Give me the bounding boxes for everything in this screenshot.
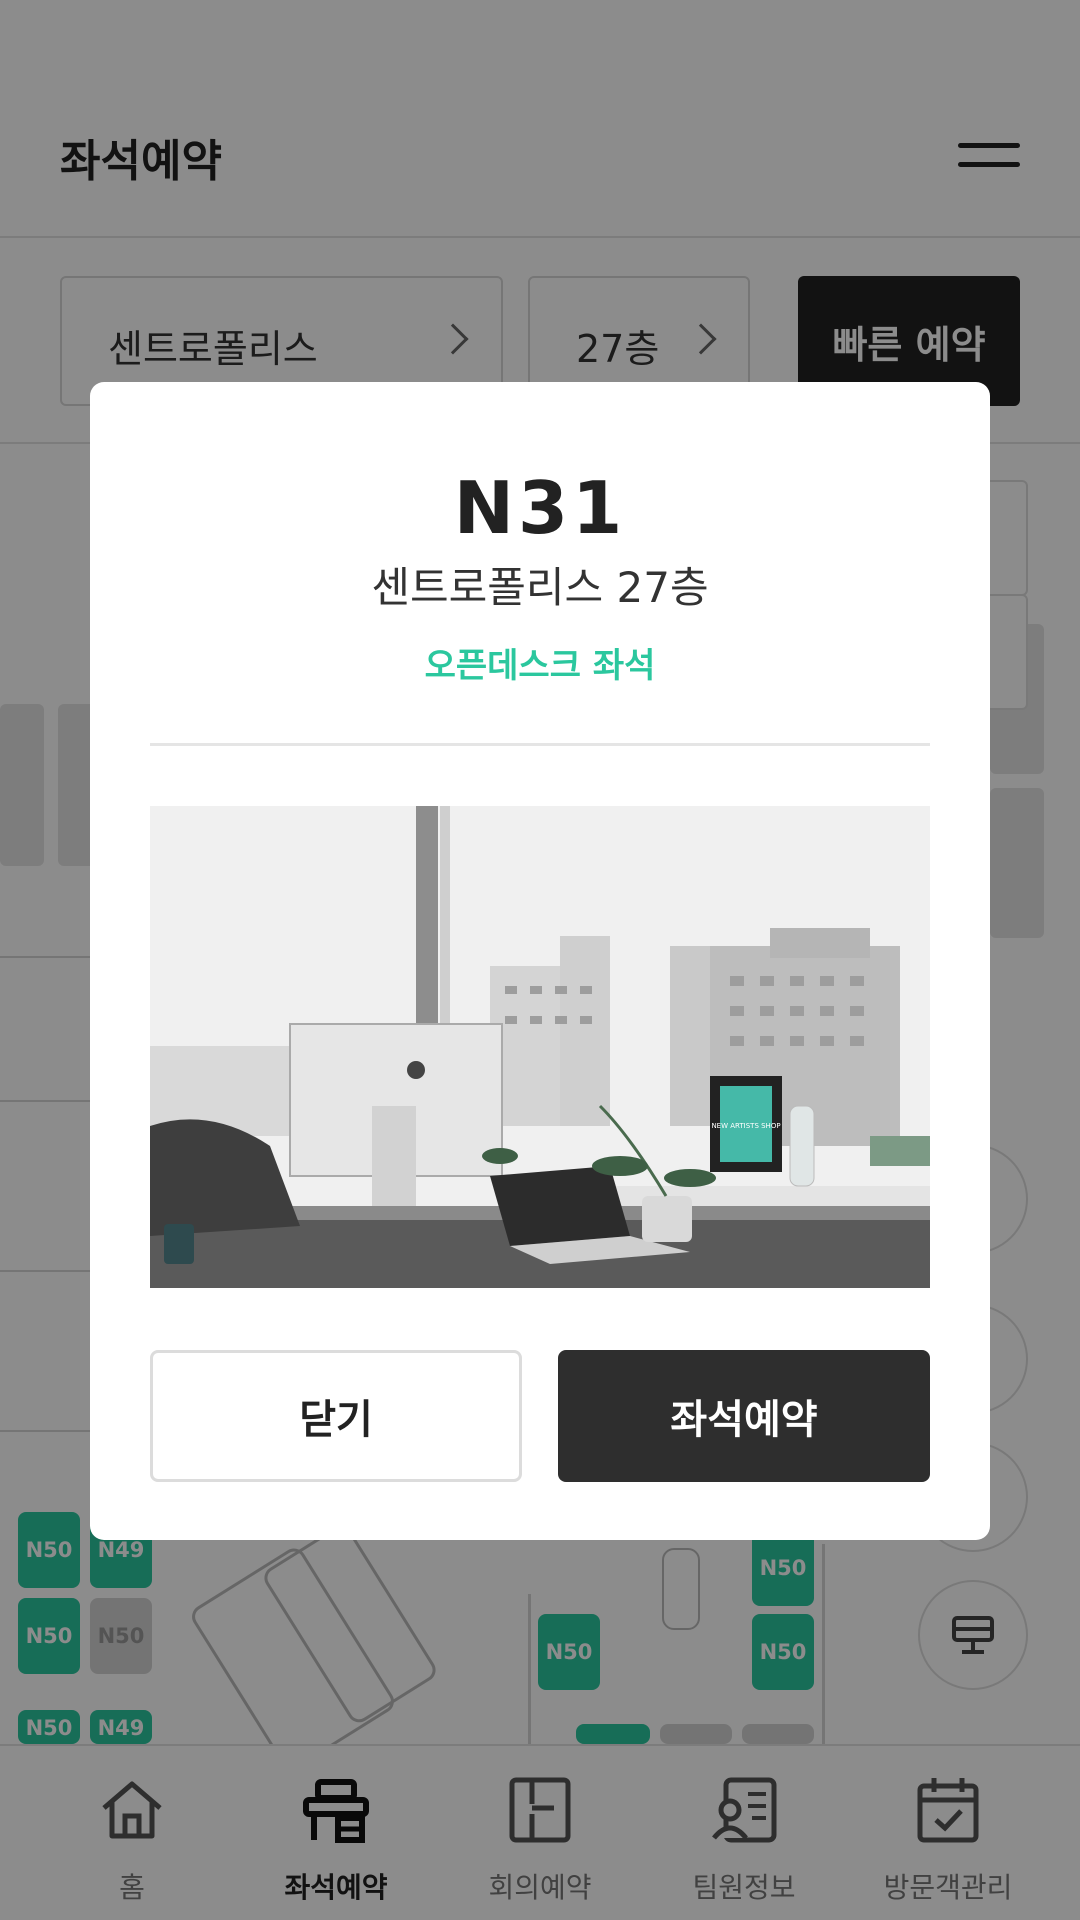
seat-location: 센트로폴리스 27층 xyxy=(371,563,709,612)
seat-detail-modal: N31 센트로폴리스 27층 오픈데스크 좌석 NEW ARTISTS SHOP… xyxy=(90,382,990,1540)
seat-id: N31 xyxy=(453,466,627,550)
poster-text: NEW ARTISTS SHOP xyxy=(711,1122,780,1130)
seat-photo: NEW ARTISTS SHOP xyxy=(150,806,930,1288)
reserve-seat-button[interactable]: 좌석예약 xyxy=(558,1350,930,1482)
seat-type: 오픈데스크 좌석 xyxy=(424,646,656,686)
close-button[interactable]: 닫기 xyxy=(150,1350,522,1482)
divider xyxy=(150,743,930,746)
office-desk-photo: NEW ARTISTS SHOP xyxy=(150,806,930,1288)
